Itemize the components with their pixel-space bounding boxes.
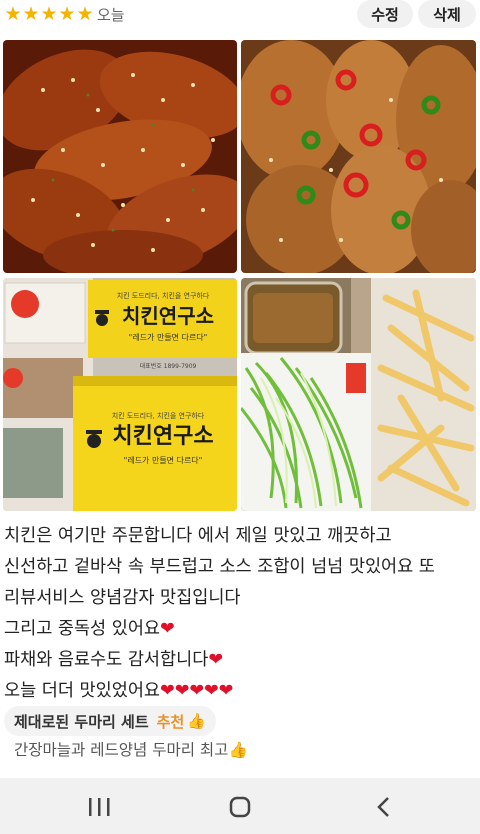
star-icon: ★	[4, 3, 22, 25]
back-icon[interactable]	[372, 796, 396, 818]
review-line: 신선하고 겉바삭 속 부드럽고 소스 조합이 넘넘 맛있어요 또	[4, 557, 435, 577]
review-photo-3[interactable]: 치킨 도드리다, 치킨을 연구하다 치킨연구소 "레드가 만들면 다르다" 대표…	[3, 278, 237, 511]
review-line-text: 오늘 더더 맛있었어요	[4, 681, 161, 701]
menu-comment: 간장마늘과 레드양념 두마리 최고👍	[14, 738, 248, 760]
box-top-text-2: 치킨 도드리다, 치킨을 연구하다	[112, 411, 205, 420]
review-line-text: 그리고 중독성 있어요	[4, 619, 161, 639]
review-line: 치킨은 여기만 주문합니다 에서 제일 맛있고 깨끗하고	[4, 526, 392, 546]
menu-comment-text: 간장마늘과 레드양념 두마리 최고	[14, 741, 229, 759]
review-date: 오늘	[97, 6, 125, 24]
box-top-text: 치킨 도드리다, 치킨을 연구하다	[117, 291, 210, 300]
review-line: 오늘 더더 맛있었어요❤❤❤❤❤	[4, 676, 476, 707]
glazed-chicken-image	[3, 40, 237, 273]
recent-apps-icon[interactable]	[87, 796, 111, 818]
heart-icon: ❤❤❤❤❤	[160, 681, 234, 701]
home-icon[interactable]	[228, 796, 252, 818]
review-photo-4[interactable]	[241, 278, 476, 511]
star-icon: ★	[40, 3, 58, 25]
review-header: ★ ★ ★ ★ ★ 오늘 수정 삭제	[0, 0, 480, 34]
heart-icon: ❤	[160, 619, 175, 639]
heart-icon: ❤	[208, 650, 223, 670]
edit-button[interactable]: 수정	[357, 0, 413, 28]
box-slogan-text-2: "레드가 만들면 다르다"	[124, 455, 203, 465]
review-photo-1[interactable]	[3, 40, 237, 273]
box-brand-text: 치킨연구소	[122, 304, 214, 328]
menu-tag[interactable]: 제대로된 두마리 세트 추천 👍	[4, 706, 216, 736]
box-slogan-text: "레드가 만들면 다르다"	[129, 332, 208, 342]
review-line-text: 파채와 음료수도 감서합니다	[4, 650, 209, 670]
menu-tag-title: 제대로된 두마리 세트	[14, 712, 149, 731]
star-rating: ★ ★ ★ ★ ★	[4, 3, 94, 25]
star-icon: ★	[22, 3, 40, 25]
fried-chicken-image	[241, 40, 476, 273]
recommend-label: 추천	[156, 712, 185, 731]
review-line: 그리고 중독성 있어요❤	[4, 614, 476, 645]
delete-button[interactable]: 삭제	[418, 0, 476, 28]
review-text: 치킨은 여기만 주문합니다 에서 제일 맛있고 깨끗하고 신선하고 겉바삭 속 …	[4, 521, 476, 707]
thumbs-up-icon: 👍	[228, 741, 248, 759]
review-line: 리뷰서비스 양념감자 맛집입니다	[4, 588, 241, 608]
chicken-box-image: 치킨 도드리다, 치킨을 연구하다 치킨연구소 "레드가 만들면 다르다" 대표…	[3, 278, 237, 511]
box-phone-text: 대표번호 1899-7909	[140, 362, 197, 370]
review-photo-2[interactable]	[241, 40, 476, 273]
system-nav-bar	[0, 778, 480, 834]
star-icon: ★	[76, 3, 94, 25]
star-icon: ★	[58, 3, 76, 25]
box-brand-text-2: 치킨연구소	[112, 424, 213, 449]
thumbs-up-icon: 👍	[187, 712, 206, 730]
side-dish-image	[241, 278, 476, 511]
review-line: 파채와 음료수도 감서합니다❤	[4, 645, 476, 676]
